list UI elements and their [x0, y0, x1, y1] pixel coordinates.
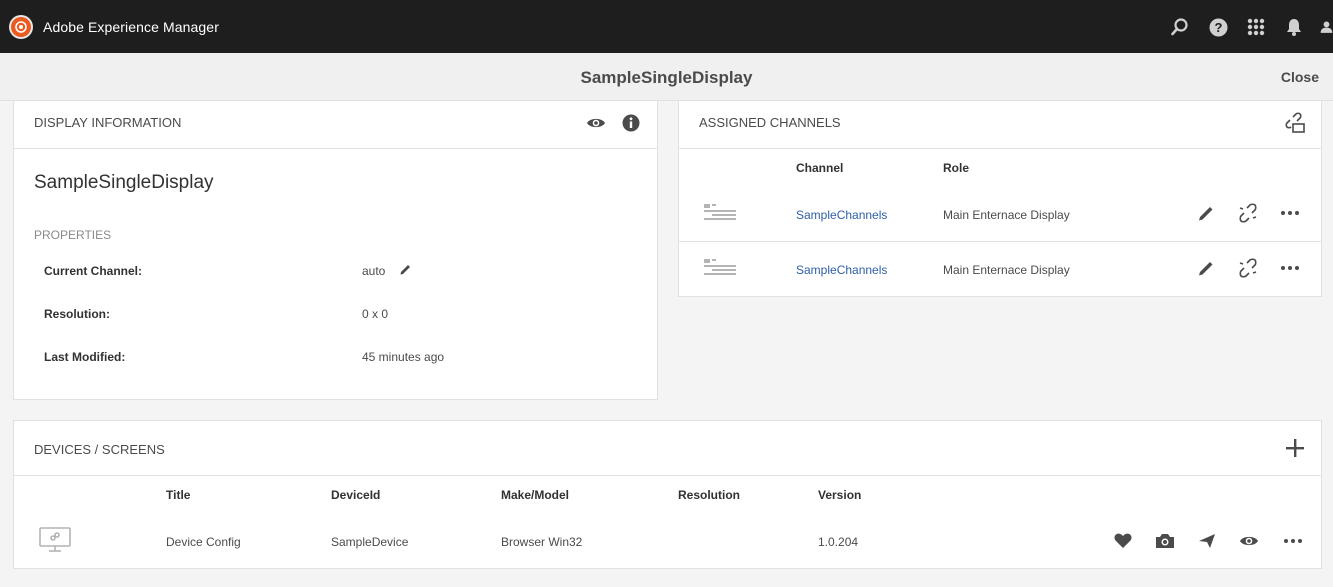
device-make-model: Browser Win32 [501, 535, 583, 549]
page-title: SampleSingleDisplay [580, 68, 753, 87]
more-actions-icon[interactable] [1278, 201, 1302, 225]
assigned-channels-title: ASSIGNED CHANNELS [699, 115, 841, 130]
more-actions-icon[interactable] [1278, 256, 1302, 280]
row-divider [679, 241, 1321, 242]
devices-screens-header: DEVICES / SCREENS [14, 421, 1321, 476]
notifications-icon[interactable] [1284, 17, 1304, 37]
device-id: SampleDevice [331, 535, 409, 549]
unlink-icon[interactable] [1236, 256, 1260, 280]
assigned-channels-card: ASSIGNED CHANNELS Channel Role SampleCha… [678, 101, 1322, 297]
current-channel-value: auto [362, 264, 386, 278]
preview-eye-icon[interactable] [583, 110, 609, 136]
channel-link[interactable]: SampleChannels [796, 208, 887, 222]
help-icon[interactable]: ? [1208, 17, 1228, 37]
device-title[interactable]: Device Config [166, 535, 241, 549]
device-version: 1.0.204 [818, 535, 859, 549]
devices-screens-title: DEVICES / SCREENS [34, 442, 165, 457]
app-title[interactable]: Adobe Experience Manager [43, 19, 219, 35]
shell-bar: Adobe Experience Manager ? [0, 0, 1333, 53]
resolution-value: 0 x 0 [362, 307, 389, 321]
channel-role: Main Enternace Display [943, 208, 1070, 222]
apps-grid-icon[interactable] [1246, 17, 1266, 37]
resolution-column-header[interactable]: Resolution [678, 488, 740, 502]
last-modified-label: Last Modified: [44, 350, 126, 364]
assign-channel-link-icon[interactable] [1282, 110, 1308, 136]
resolution-label: Resolution: [44, 307, 110, 321]
edit-channel-pencil-icon[interactable] [395, 259, 415, 279]
channel-column-header[interactable]: Channel [796, 161, 843, 175]
preview-eye-icon[interactable] [1237, 529, 1261, 553]
search-icon[interactable] [1170, 17, 1190, 37]
version-column-header[interactable]: Version [818, 488, 861, 502]
heartbeat-heart-icon[interactable] [1111, 529, 1135, 553]
svg-text:?: ? [1214, 20, 1222, 35]
more-actions-icon[interactable] [1281, 529, 1305, 553]
send-command-icon[interactable] [1195, 529, 1219, 553]
title-column-header[interactable]: Title [166, 488, 190, 502]
current-channel-label: Current Channel: [44, 264, 143, 278]
properties-label: PROPERTIES [34, 228, 112, 242]
deviceid-column-header[interactable]: DeviceId [331, 488, 380, 502]
display-information-title: DISPLAY INFORMATION [34, 115, 182, 130]
last-modified-value: 45 minutes ago [362, 350, 445, 364]
channel-role: Main Enternace Display [943, 263, 1070, 277]
devices-screens-card: DEVICES / SCREENS Title DeviceId Make/Mo… [13, 420, 1322, 569]
channel-list-icon [703, 201, 737, 223]
unlink-icon[interactable] [1236, 201, 1260, 225]
channel-list-icon [703, 256, 737, 278]
aem-logo-icon[interactable] [9, 15, 33, 39]
edit-pencil-icon[interactable] [1194, 256, 1218, 280]
role-column-header[interactable]: Role [943, 161, 969, 175]
assigned-channels-header: ASSIGNED CHANNELS [679, 101, 1321, 149]
user-icon[interactable] [1320, 17, 1333, 37]
add-device-plus-icon[interactable] [1282, 435, 1308, 461]
display-information-header: DISPLAY INFORMATION [14, 101, 657, 149]
close-button[interactable]: Close [1281, 69, 1319, 85]
title-bar: SampleSingleDisplay Close [0, 53, 1333, 101]
edit-pencil-icon[interactable] [1194, 201, 1218, 225]
screenshot-camera-icon[interactable] [1153, 529, 1177, 553]
info-icon[interactable] [618, 110, 644, 136]
channel-link[interactable]: SampleChannels [796, 263, 887, 277]
make-model-column-header[interactable]: Make/Model [501, 488, 569, 502]
display-name: SampleSingleDisplay [34, 172, 214, 193]
display-information-card: DISPLAY INFORMATION SampleSingleDisplay … [13, 101, 658, 400]
monitor-icon [38, 526, 72, 554]
